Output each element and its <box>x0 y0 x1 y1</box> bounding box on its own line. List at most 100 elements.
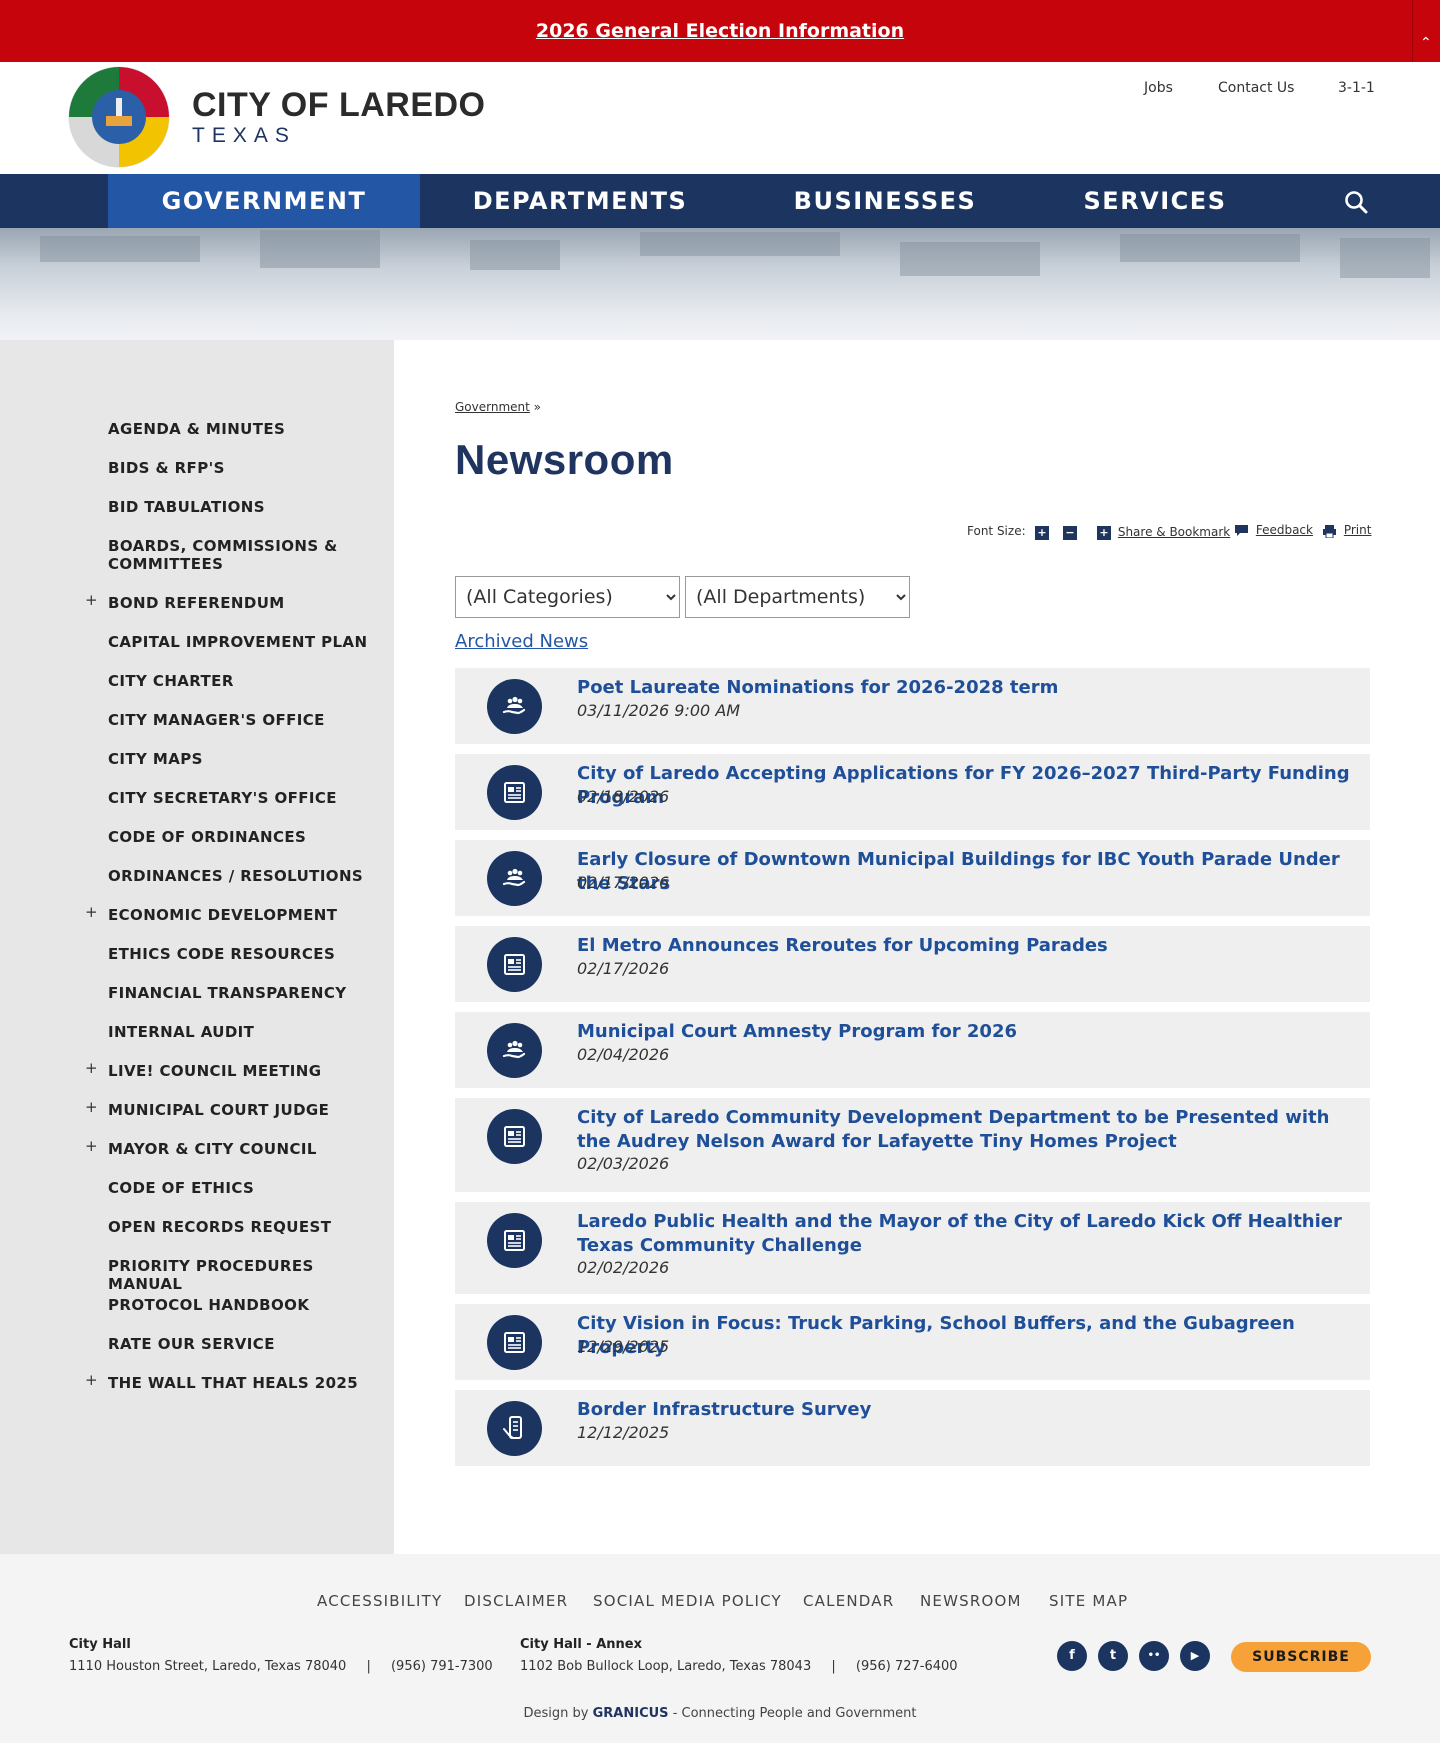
brand-title: CITY OF LAREDO <box>192 86 486 124</box>
sidebar-item[interactable]: ORDINANCES / RESOLUTIONS <box>108 867 388 885</box>
news-title-link[interactable]: City of Laredo Accepting Applications fo… <box>577 762 1358 810</box>
sidebar-item[interactable]: CITY SECRETARY'S OFFICE <box>108 789 388 807</box>
feedback-link[interactable]: Feedback <box>1256 523 1313 537</box>
footer-calendar-link[interactable]: CALENDAR <box>803 1592 894 1610</box>
credit-suffix: - Connecting People and Government <box>672 1706 917 1721</box>
sidebar-item[interactable]: CODE OF ORDINANCES <box>108 828 388 846</box>
sidebar-item[interactable]: ETHICS CODE RESOURCES <box>108 945 388 963</box>
sidebar-item[interactable]: MAYOR & CITY COUNCIL <box>108 1140 388 1158</box>
share-bookmark-button[interactable]: + Share & Bookmark <box>1097 525 1230 540</box>
news-item[interactable]: Early Closure of Downtown Municipal Buil… <box>455 840 1370 916</box>
sidebar-item[interactable]: ECONOMIC DEVELOPMENT <box>108 906 388 924</box>
address-separator: | <box>366 1659 371 1674</box>
back-to-top-button[interactable]: ⌃ <box>1412 0 1440 62</box>
city-hall-phone[interactable]: (956) 791-7300 <box>391 1659 493 1674</box>
sidebar-item[interactable]: BID TABULATIONS <box>108 498 388 516</box>
sidebar-item[interactable]: CITY MANAGER'S OFFICE <box>108 711 388 729</box>
print-button[interactable]: Print <box>1322 523 1371 538</box>
sidebar-item[interactable]: INTERNAL AUDIT <box>108 1023 388 1041</box>
news-item[interactable]: City of Laredo Community Development Dep… <box>455 1098 1370 1192</box>
brand-subtitle: TEXAS <box>192 124 296 147</box>
annex-phone[interactable]: (956) 727-6400 <box>856 1659 958 1674</box>
election-info-link[interactable]: 2026 General Election Information <box>0 20 1440 42</box>
main-nav: GOVERNMENT DEPARTMENTS BUSINESSES SERVIC… <box>0 174 1440 228</box>
sidebar-item[interactable]: PROTOCOL HANDBOOK <box>108 1296 388 1314</box>
news-title-link[interactable]: Municipal Court Amnesty Program for 2026 <box>577 1020 1358 1044</box>
sidebar-item[interactable]: CAPITAL IMPROVEMENT PLAN <box>108 633 388 651</box>
site-footer: ACCESSIBILITY DISCLAIMER SOCIAL MEDIA PO… <box>0 1554 1440 1743</box>
font-increase-button[interactable]: + <box>1035 525 1049 540</box>
category-filter-select[interactable]: (All Categories) <box>455 576 680 618</box>
community-hand-icon <box>487 679 542 734</box>
font-decrease-button[interactable]: − <box>1063 525 1077 540</box>
breadcrumb-government-link[interactable]: Government <box>455 400 530 414</box>
jobs-link[interactable]: Jobs <box>1144 80 1173 96</box>
city-hall-address: 1110 Houston Street, Laredo, Texas 78040… <box>69 1659 493 1674</box>
news-title-link[interactable]: Border Infrastructure Survey <box>577 1398 1358 1422</box>
share-bookmark-link[interactable]: Share & Bookmark <box>1118 525 1230 539</box>
twitter-icon[interactable]: t <box>1098 1641 1128 1671</box>
community-hand-icon <box>487 1023 542 1078</box>
sidebar-item[interactable]: OPEN RECORDS REQUEST <box>108 1218 388 1236</box>
news-item[interactable]: City Vision in Focus: Truck Parking, Sch… <box>455 1304 1370 1380</box>
footer-disclaimer-link[interactable]: DISCLAIMER <box>464 1592 568 1610</box>
feedback-button[interactable]: Feedback <box>1234 523 1313 537</box>
expand-plus-icon[interactable]: + <box>85 903 98 921</box>
subscribe-button[interactable]: SUBSCRIBE <box>1231 1642 1371 1672</box>
sidebar-item[interactable]: RATE OUR SERVICE <box>108 1335 388 1353</box>
sidebar-item[interactable]: CODE OF ETHICS <box>108 1179 388 1197</box>
news-item[interactable]: Border Infrastructure Survey 12/12/2025 <box>455 1390 1370 1466</box>
sidebar-item[interactable]: LIVE! COUNCIL MEETING <box>108 1062 388 1080</box>
news-item[interactable]: City of Laredo Accepting Applications fo… <box>455 754 1370 830</box>
youtube-icon[interactable]: ▶ <box>1180 1641 1210 1671</box>
print-link[interactable]: Print <box>1344 523 1372 537</box>
news-title-link[interactable]: Early Closure of Downtown Municipal Buil… <box>577 848 1358 896</box>
expand-plus-icon[interactable]: + <box>85 1371 98 1389</box>
city-hall-title: City Hall <box>69 1637 131 1652</box>
expand-plus-icon[interactable]: + <box>85 1137 98 1155</box>
breadcrumb-separator: » <box>533 400 542 414</box>
news-item[interactable]: Poet Laureate Nominations for 2026-2028 … <box>455 668 1370 744</box>
sidebar-item[interactable]: FINANCIAL TRANSPARENCY <box>108 984 388 1002</box>
footer-accessibility-link[interactable]: ACCESSIBILITY <box>317 1592 442 1610</box>
nav-services[interactable]: SERVICES <box>1030 174 1280 228</box>
news-item[interactable]: El Metro Announces Reroutes for Upcoming… <box>455 926 1370 1002</box>
search-icon[interactable] <box>1343 189 1369 215</box>
sidebar-item[interactable]: AGENDA & MINUTES <box>108 420 388 438</box>
sidebar-item[interactable]: CITY MAPS <box>108 750 388 768</box>
archived-news-link[interactable]: Archived News <box>455 631 588 652</box>
city-seal-logo[interactable] <box>66 64 172 170</box>
footer-social-media-policy-link[interactable]: SOCIAL MEDIA POLICY <box>593 1592 782 1610</box>
newspaper-icon <box>487 937 542 992</box>
facebook-icon[interactable]: f <box>1057 1641 1087 1671</box>
news-item[interactable]: Municipal Court Amnesty Program for 2026… <box>455 1012 1370 1088</box>
311-link[interactable]: 3-1-1 <box>1338 80 1375 96</box>
flickr-icon[interactable]: •• <box>1139 1641 1169 1671</box>
expand-plus-icon[interactable]: + <box>85 591 98 609</box>
footer-site-map-link[interactable]: SITE MAP <box>1049 1592 1128 1610</box>
nav-government[interactable]: GOVERNMENT <box>108 174 420 228</box>
news-title-link[interactable]: City of Laredo Community Development Dep… <box>577 1106 1358 1154</box>
contact-us-link[interactable]: Contact Us <box>1218 80 1294 96</box>
news-title-link[interactable]: Poet Laureate Nominations for 2026-2028 … <box>577 676 1358 700</box>
expand-plus-icon[interactable]: + <box>85 1098 98 1116</box>
sidebar-item[interactable]: BOND REFERENDUM <box>108 594 388 612</box>
news-title-link[interactable]: El Metro Announces Reroutes for Upcoming… <box>577 934 1358 958</box>
news-item[interactable]: Laredo Public Health and the Mayor of th… <box>455 1202 1370 1294</box>
newspaper-icon <box>487 1315 542 1370</box>
sidebar-item[interactable]: THE WALL THAT HEALS 2025 <box>108 1374 388 1392</box>
sidebar-item[interactable]: CITY CHARTER <box>108 672 388 690</box>
sidebar-item[interactable]: MUNICIPAL COURT JUDGE <box>108 1101 388 1119</box>
news-date: 02/17/2026 <box>577 873 670 892</box>
news-title-link[interactable]: Laredo Public Health and the Mayor of th… <box>577 1210 1358 1258</box>
granicus-link[interactable]: GRANICUS <box>593 1706 669 1721</box>
footer-newsroom-link[interactable]: NEWSROOM <box>920 1592 1022 1610</box>
department-filter-select[interactable]: (All Departments) <box>685 576 910 618</box>
sidebar-item[interactable]: BIDS & RFP'S <box>108 459 388 477</box>
nav-businesses[interactable]: BUSINESSES <box>740 174 1030 228</box>
sidebar-item[interactable]: PRIORITY PROCEDURES MANUAL <box>108 1257 388 1293</box>
sidebar-item[interactable]: BOARDS, COMMISSIONS & COMMITTEES <box>108 537 388 573</box>
nav-departments[interactable]: DEPARTMENTS <box>420 174 740 228</box>
expand-plus-icon[interactable]: + <box>85 1059 98 1077</box>
news-title-link[interactable]: City Vision in Focus: Truck Parking, Sch… <box>577 1312 1358 1360</box>
